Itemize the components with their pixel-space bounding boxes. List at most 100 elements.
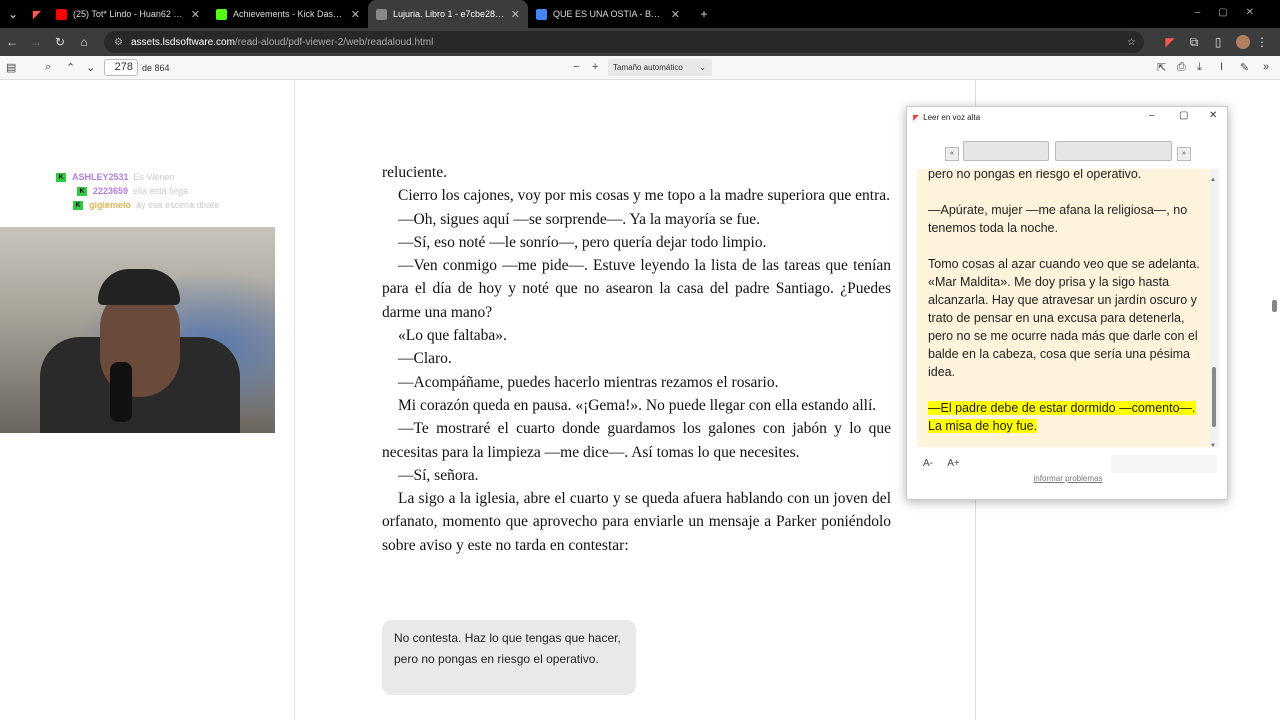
window-controls[interactable]: –▢✕ — [1195, 7, 1272, 18]
book-paragraph: Mi corazón queda en pausa. «¡Gema!». No … — [398, 396, 877, 414]
tab-title: (25) Tot* Lindo - Huan62 X Toi — [73, 9, 185, 19]
print-icon[interactable]: ⎙ — [1177, 61, 1186, 74]
next-page-icon[interactable]: ⌄ — [86, 61, 95, 74]
font-decrease-button[interactable]: A- — [923, 458, 933, 469]
book-paragraph: reluciente. — [382, 164, 447, 181]
book-paragraph: —Te mostraré el cuarto donde guardamos l… — [382, 420, 891, 461]
readaloud-logo-icon: ◤ — [913, 112, 920, 122]
kick-badge-icon: K — [56, 173, 66, 183]
forward-icon[interactable]: → — [24, 35, 48, 49]
book-paragraph: La sigo a la iglesia, abre el cuarto y s… — [382, 490, 891, 554]
book-paragraph: —Acompáñame, puedes hacerlo mientras rez… — [398, 373, 779, 391]
book-paragraph: Cierro los cajones, voy por mis cosas y … — [398, 187, 890, 205]
sidebar-toggle-icon[interactable]: ▤ — [6, 61, 16, 74]
text-tool-icon[interactable]: I — [1220, 61, 1223, 73]
scroll-thumb[interactable] — [1212, 367, 1216, 427]
scroll-down-icon[interactable]: ▼ — [1210, 437, 1216, 447]
download-icon[interactable]: ⤓ — [1197, 61, 1202, 74]
tab-title: Achievements - Kick Dashboard — [233, 9, 345, 19]
chat-text: ella está llega — [133, 186, 189, 196]
more-tools-icon[interactable]: » — [1263, 61, 1269, 73]
find-icon[interactable]: ⌕ — [45, 61, 51, 74]
maximize-icon[interactable]: ▢ — [1179, 110, 1188, 121]
read-aloud-paragraph: —Apúrate, mujer —me afana la religiosa—,… — [928, 203, 1188, 235]
menu-icon[interactable]: ⋮ — [1250, 35, 1274, 49]
zoom-out-icon[interactable]: − — [573, 61, 579, 73]
play-pause-button[interactable] — [963, 141, 1049, 161]
chat-username: gigiemelo — [89, 200, 132, 210]
address-bar: ← → ↻ ⌂ ⚙ assets.lsdsoftware.com/read-al… — [0, 28, 1280, 56]
forward-button[interactable]: » — [1177, 147, 1191, 161]
tab-title: Lujuria. Libro 1 - e7cbe282-2af — [393, 9, 505, 19]
book-text: reluciente. Cierro los cajones, voy por m… — [382, 161, 891, 557]
extensions-icon[interactable]: ⧉ — [1182, 35, 1206, 50]
tab-search-icon[interactable]: ⌄ — [0, 7, 26, 21]
main-scrollbar[interactable] — [1272, 300, 1277, 312]
extension-icon[interactable]: ◤ — [26, 8, 48, 21]
tab-1[interactable]: Achievements - Kick Dashboard ✕ — [208, 0, 368, 28]
avatar[interactable] — [1236, 35, 1250, 49]
tab-close-icon[interactable]: ✕ — [671, 8, 680, 21]
kick-badge-icon: K — [73, 201, 83, 211]
close-icon[interactable]: ✕ — [1209, 110, 1217, 121]
chat-username: ASHLEY2531 — [72, 172, 129, 182]
read-aloud-paragraph: Tomo cosas al azar cuando veo que se ade… — [928, 257, 1200, 379]
playback-controls: « » — [945, 141, 1193, 163]
stop-button[interactable] — [1055, 141, 1172, 161]
read-aloud-dialog: ◤ Leer en voz alta – ▢ ✕ « » pero no pon… — [906, 106, 1228, 500]
chat-username: 2223659 — [93, 186, 129, 196]
zoom-select[interactable]: Tamaño automático ⌄ — [608, 59, 712, 76]
tab-close-icon[interactable]: ✕ — [511, 8, 520, 21]
read-aloud-text-panel: pero no pongas en riesgo el operativo. —A… — [917, 169, 1219, 447]
kick-badge-icon: K — [77, 187, 87, 197]
page-total: de 864 — [142, 63, 170, 73]
sidebar-icon[interactable]: ▯ — [1206, 35, 1230, 49]
bookmark-star-icon[interactable]: ☆ — [1127, 37, 1136, 48]
new-tab-button[interactable]: + — [692, 7, 716, 21]
book-paragraph: —Ven conmigo —me pide—. Estuve leyendo l… — [382, 257, 891, 321]
book-paragraph: —Sí, señora. — [398, 466, 479, 484]
tab-close-icon[interactable]: ✕ — [191, 8, 200, 21]
chevron-down-icon: ⌄ — [699, 63, 706, 72]
font-increase-button[interactable]: A+ — [947, 458, 960, 469]
url-domain: assets.lsdsoftware.com — [130, 36, 235, 48]
book-paragraph: «Lo que faltaba». — [398, 327, 507, 345]
tab-favicon-icon — [56, 8, 67, 20]
zoom-value: Tamaño automático — [613, 63, 683, 72]
tab-0[interactable]: (25) Tot* Lindo - Huan62 X Toi ✕ — [48, 0, 208, 28]
chat-message-bubble: No contesta. Haz lo que tengas que hacer… — [382, 620, 636, 695]
report-issues-link[interactable]: informar problemas — [907, 474, 1229, 483]
tab-2[interactable]: Lujuria. Libro 1 - e7cbe282-2af ✕ — [368, 0, 528, 28]
book-paragraph: —Oh, sigues aquí —se sorprende—. Ya la m… — [398, 210, 761, 228]
url-input[interactable]: ⚙ assets.lsdsoftware.com/read-aloud/pdf-… — [104, 31, 1144, 53]
current-sentence-highlight: —El padre debe de estar dormido —comento… — [928, 401, 1196, 433]
read-aloud-paragraph: pero no pongas en riesgo el operativo. — [928, 169, 1142, 181]
tab-strip: ⌄ ◤ (25) Tot* Lindo - Huan62 X Toi ✕ Achie… — [0, 0, 1280, 28]
chat-line: K 2223659 ella está llega — [77, 186, 189, 197]
home-icon[interactable]: ⌂ — [72, 35, 96, 49]
dialog-title: Leer en voz alta — [923, 112, 981, 122]
zoom-in-icon[interactable]: + — [592, 61, 598, 73]
back-icon[interactable]: ← — [0, 35, 24, 49]
scroll-up-icon[interactable]: ▲ — [1210, 171, 1216, 189]
tab-3[interactable]: QUE ES UNA OSTIA - Buscar co ✕ — [528, 0, 688, 28]
book-paragraph: —Sí, eso noté —le sonrío—, pero quería d… — [398, 233, 767, 251]
reload-icon[interactable]: ↻ — [48, 35, 72, 49]
tab-favicon-icon — [536, 8, 547, 20]
tab-close-icon[interactable]: ✕ — [351, 8, 360, 21]
readaloud-extension-icon[interactable]: ◤ — [1158, 35, 1182, 49]
open-file-icon[interactable]: ⇱ — [1157, 61, 1166, 74]
pdf-toolbar: ▤ ⌕ ⌃ ⌄ 278 de 864 − + Tamaño automático… — [0, 56, 1280, 80]
chat-line: Kgigiemelo ay esa escena dbate — [73, 200, 219, 211]
page-number-input[interactable]: 278 — [104, 59, 138, 76]
rewind-button[interactable]: « — [945, 147, 959, 161]
site-info-icon[interactable]: ⚙ — [114, 37, 123, 48]
draw-icon[interactable]: ✎ — [1240, 61, 1249, 74]
previous-page-icon[interactable]: ⌃ — [66, 61, 75, 74]
panel-scrollbar[interactable]: ▲ ▼ — [1209, 169, 1219, 447]
chat-text: Es Vienen — [133, 172, 175, 182]
minimize-icon[interactable]: – — [1149, 110, 1155, 121]
tab-favicon-icon — [216, 8, 227, 20]
stream-overlay: K ASHLEY2531 Es Vienen K 2223659 ella está ll… — [0, 80, 294, 720]
book-paragraph: —Claro. — [398, 350, 452, 368]
